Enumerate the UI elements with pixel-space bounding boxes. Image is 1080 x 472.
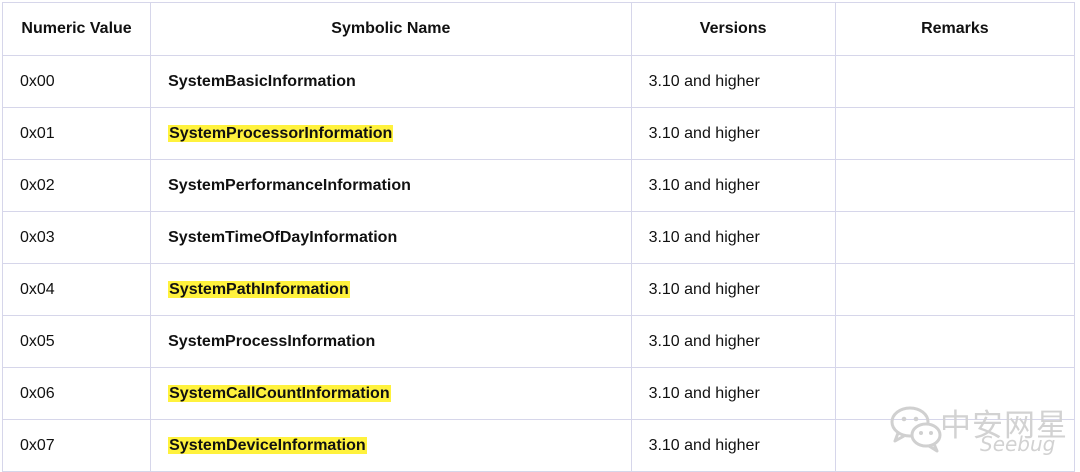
version-cell: 3.10 and higher (630, 211, 836, 264)
remarks-cell (834, 263, 1076, 316)
symbolic-name-cell: SystemCallCountInformation (150, 367, 632, 420)
version-cell: 3.10 and higher (630, 367, 836, 420)
numeric-value-cell: 0x06 (1, 367, 152, 420)
version-cell: 3.10 and higher (630, 315, 836, 368)
symbolic-name-cell: SystemProcessorInformation (150, 107, 632, 160)
header-row: Numeric Value Symbolic Name Versions Rem… (1, 2, 1076, 56)
table-row: 0x05 SystemProcessInformation 3.10 and h… (1, 315, 1076, 368)
header-versions: Versions (630, 2, 836, 56)
table-row: 0x01 SystemProcessorInformation 3.10 and… (1, 107, 1076, 160)
header-numeric-value: Numeric Value (1, 2, 152, 56)
table-row: 0x04 SystemPathInformation 3.10 and high… (1, 263, 1076, 316)
numeric-value-cell: 0x05 (1, 315, 152, 368)
symbolic-name-cell: SystemDeviceInformation (150, 419, 632, 472)
symbolic-name-cell: SystemProcessInformation (150, 315, 632, 368)
symbolic-name-text: SystemCallCountInformation (168, 384, 391, 402)
symbolic-name-text: SystemProcessorInformation (168, 124, 394, 142)
symbolic-name-text: SystemPerformanceInformation (168, 176, 411, 194)
version-cell: 3.10 and higher (630, 419, 836, 472)
remarks-cell (834, 55, 1076, 108)
table-row: 0x03 SystemTimeOfDayInformation 3.10 and… (1, 211, 1076, 264)
header-remarks: Remarks (834, 2, 1076, 56)
symbolic-name-text: SystemBasicInformation (168, 72, 356, 90)
numeric-value-cell: 0x02 (1, 159, 152, 212)
numeric-value-cell: 0x00 (1, 55, 152, 108)
table-row: 0x00 SystemBasicInformation 3.10 and hig… (1, 55, 1076, 108)
watermark: 中安网星 Seebug (888, 398, 1068, 468)
numeric-value-cell: 0x03 (1, 211, 152, 264)
symbolic-name-text: SystemTimeOfDayInformation (168, 228, 398, 246)
version-cell: 3.10 and higher (630, 263, 836, 316)
remarks-cell (834, 211, 1076, 264)
symbolic-name-text: SystemPathInformation (168, 280, 350, 298)
version-cell: 3.10 and higher (630, 159, 836, 212)
version-cell: 3.10 and higher (630, 107, 836, 160)
numeric-value-cell: 0x07 (1, 419, 152, 472)
symbolic-name-cell: SystemPerformanceInformation (150, 159, 632, 212)
remarks-cell (834, 315, 1076, 368)
symbolic-name-cell: SystemPathInformation (150, 263, 632, 316)
symbolic-name-cell: SystemBasicInformation (150, 55, 632, 108)
watermark-en-text: Seebug (980, 432, 1056, 456)
wechat-icon (890, 406, 942, 453)
symbolic-name-cell: SystemTimeOfDayInformation (150, 211, 632, 264)
numeric-value-cell: 0x04 (1, 263, 152, 316)
symbolic-name-text: SystemProcessInformation (168, 332, 376, 350)
symbolic-name-text: SystemDeviceInformation (168, 436, 367, 454)
table-row: 0x02 SystemPerformanceInformation 3.10 a… (1, 159, 1076, 212)
version-cell: 3.10 and higher (630, 55, 836, 108)
header-symbolic-name: Symbolic Name (150, 2, 632, 56)
remarks-cell (834, 107, 1076, 160)
numeric-value-cell: 0x01 (1, 107, 152, 160)
remarks-cell (834, 159, 1076, 212)
